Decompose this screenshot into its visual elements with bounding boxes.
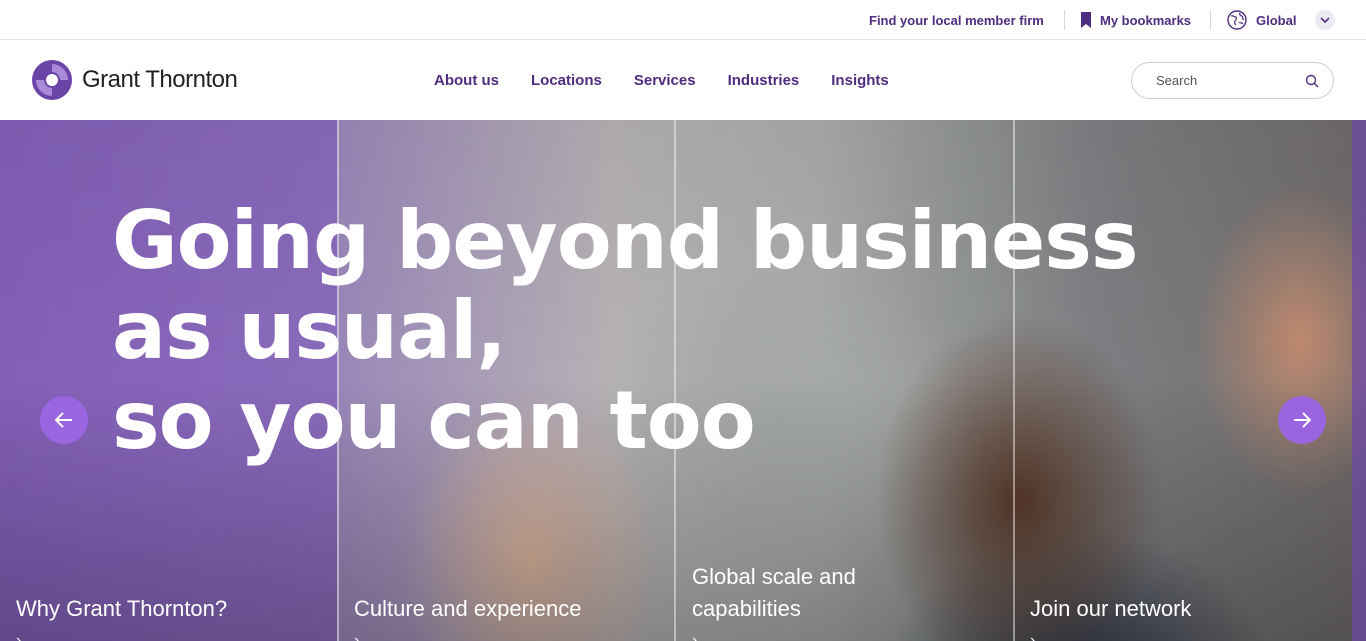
chevron-down-icon[interactable] [1315, 10, 1335, 30]
carousel-next-button[interactable] [1278, 396, 1326, 444]
panel-join-network[interactable]: Join our network [1030, 593, 1191, 625]
search-box [1131, 62, 1334, 99]
hero-heading: Going beyond business as usual, so you c… [112, 196, 1212, 466]
hero-heading-line: Going beyond business [112, 194, 1139, 287]
utility-bar: Find your local member firm My bookmarks… [0, 0, 1366, 40]
divider [1210, 10, 1211, 30]
arrow-right-icon: › [354, 632, 360, 641]
panel-culture-experience[interactable]: Culture and experience [354, 593, 581, 625]
logo-text: Grant Thornton [82, 66, 238, 93]
nav-locations[interactable]: Locations [531, 72, 602, 89]
hero-heading-line: as usual, [112, 284, 507, 377]
bookmark-icon [1081, 12, 1091, 28]
nav-about-us[interactable]: About us [434, 72, 499, 89]
my-bookmarks-link[interactable]: My bookmarks [1080, 0, 1191, 40]
nav-industries[interactable]: Industries [728, 72, 800, 89]
find-member-firm-link[interactable]: Find your local member firm [869, 0, 1044, 40]
global-label: Global [1256, 12, 1297, 28]
nav-insights[interactable]: Insights [831, 72, 889, 89]
logo-mark-icon [32, 60, 72, 100]
globe-icon [1227, 10, 1247, 30]
hero-heading-line: so you can too [112, 374, 756, 467]
next-slide-preview [1352, 120, 1366, 641]
panel-label-line: capabilities [692, 596, 801, 621]
nav-services[interactable]: Services [634, 72, 696, 89]
arrow-right-icon: › [16, 632, 22, 641]
arrow-left-icon [55, 412, 72, 428]
carousel-prev-button[interactable] [40, 396, 88, 444]
main-header: Grant Thornton About us Locations Servic… [0, 40, 1366, 120]
panel-label-line: Global scale and [692, 564, 856, 589]
search-input[interactable] [1156, 73, 1296, 88]
search-icon[interactable] [1305, 74, 1319, 88]
panel-why-grant-thornton[interactable]: Why Grant Thornton? [16, 593, 227, 625]
grant-thornton-logo[interactable]: Grant Thornton [32, 60, 238, 100]
panel-global-scale[interactable]: Global scale and capabilities [692, 561, 856, 625]
my-bookmarks-label: My bookmarks [1100, 12, 1192, 28]
arrow-right-icon [1294, 412, 1311, 428]
global-site-selector[interactable]: Global [1227, 0, 1296, 40]
divider [1064, 10, 1065, 30]
main-nav: About us Locations Services Industries I… [434, 40, 921, 120]
arrow-right-icon: › [1030, 632, 1036, 641]
arrow-right-icon: › [692, 632, 698, 641]
hero-carousel: Going beyond business as usual, so you c… [0, 120, 1366, 641]
